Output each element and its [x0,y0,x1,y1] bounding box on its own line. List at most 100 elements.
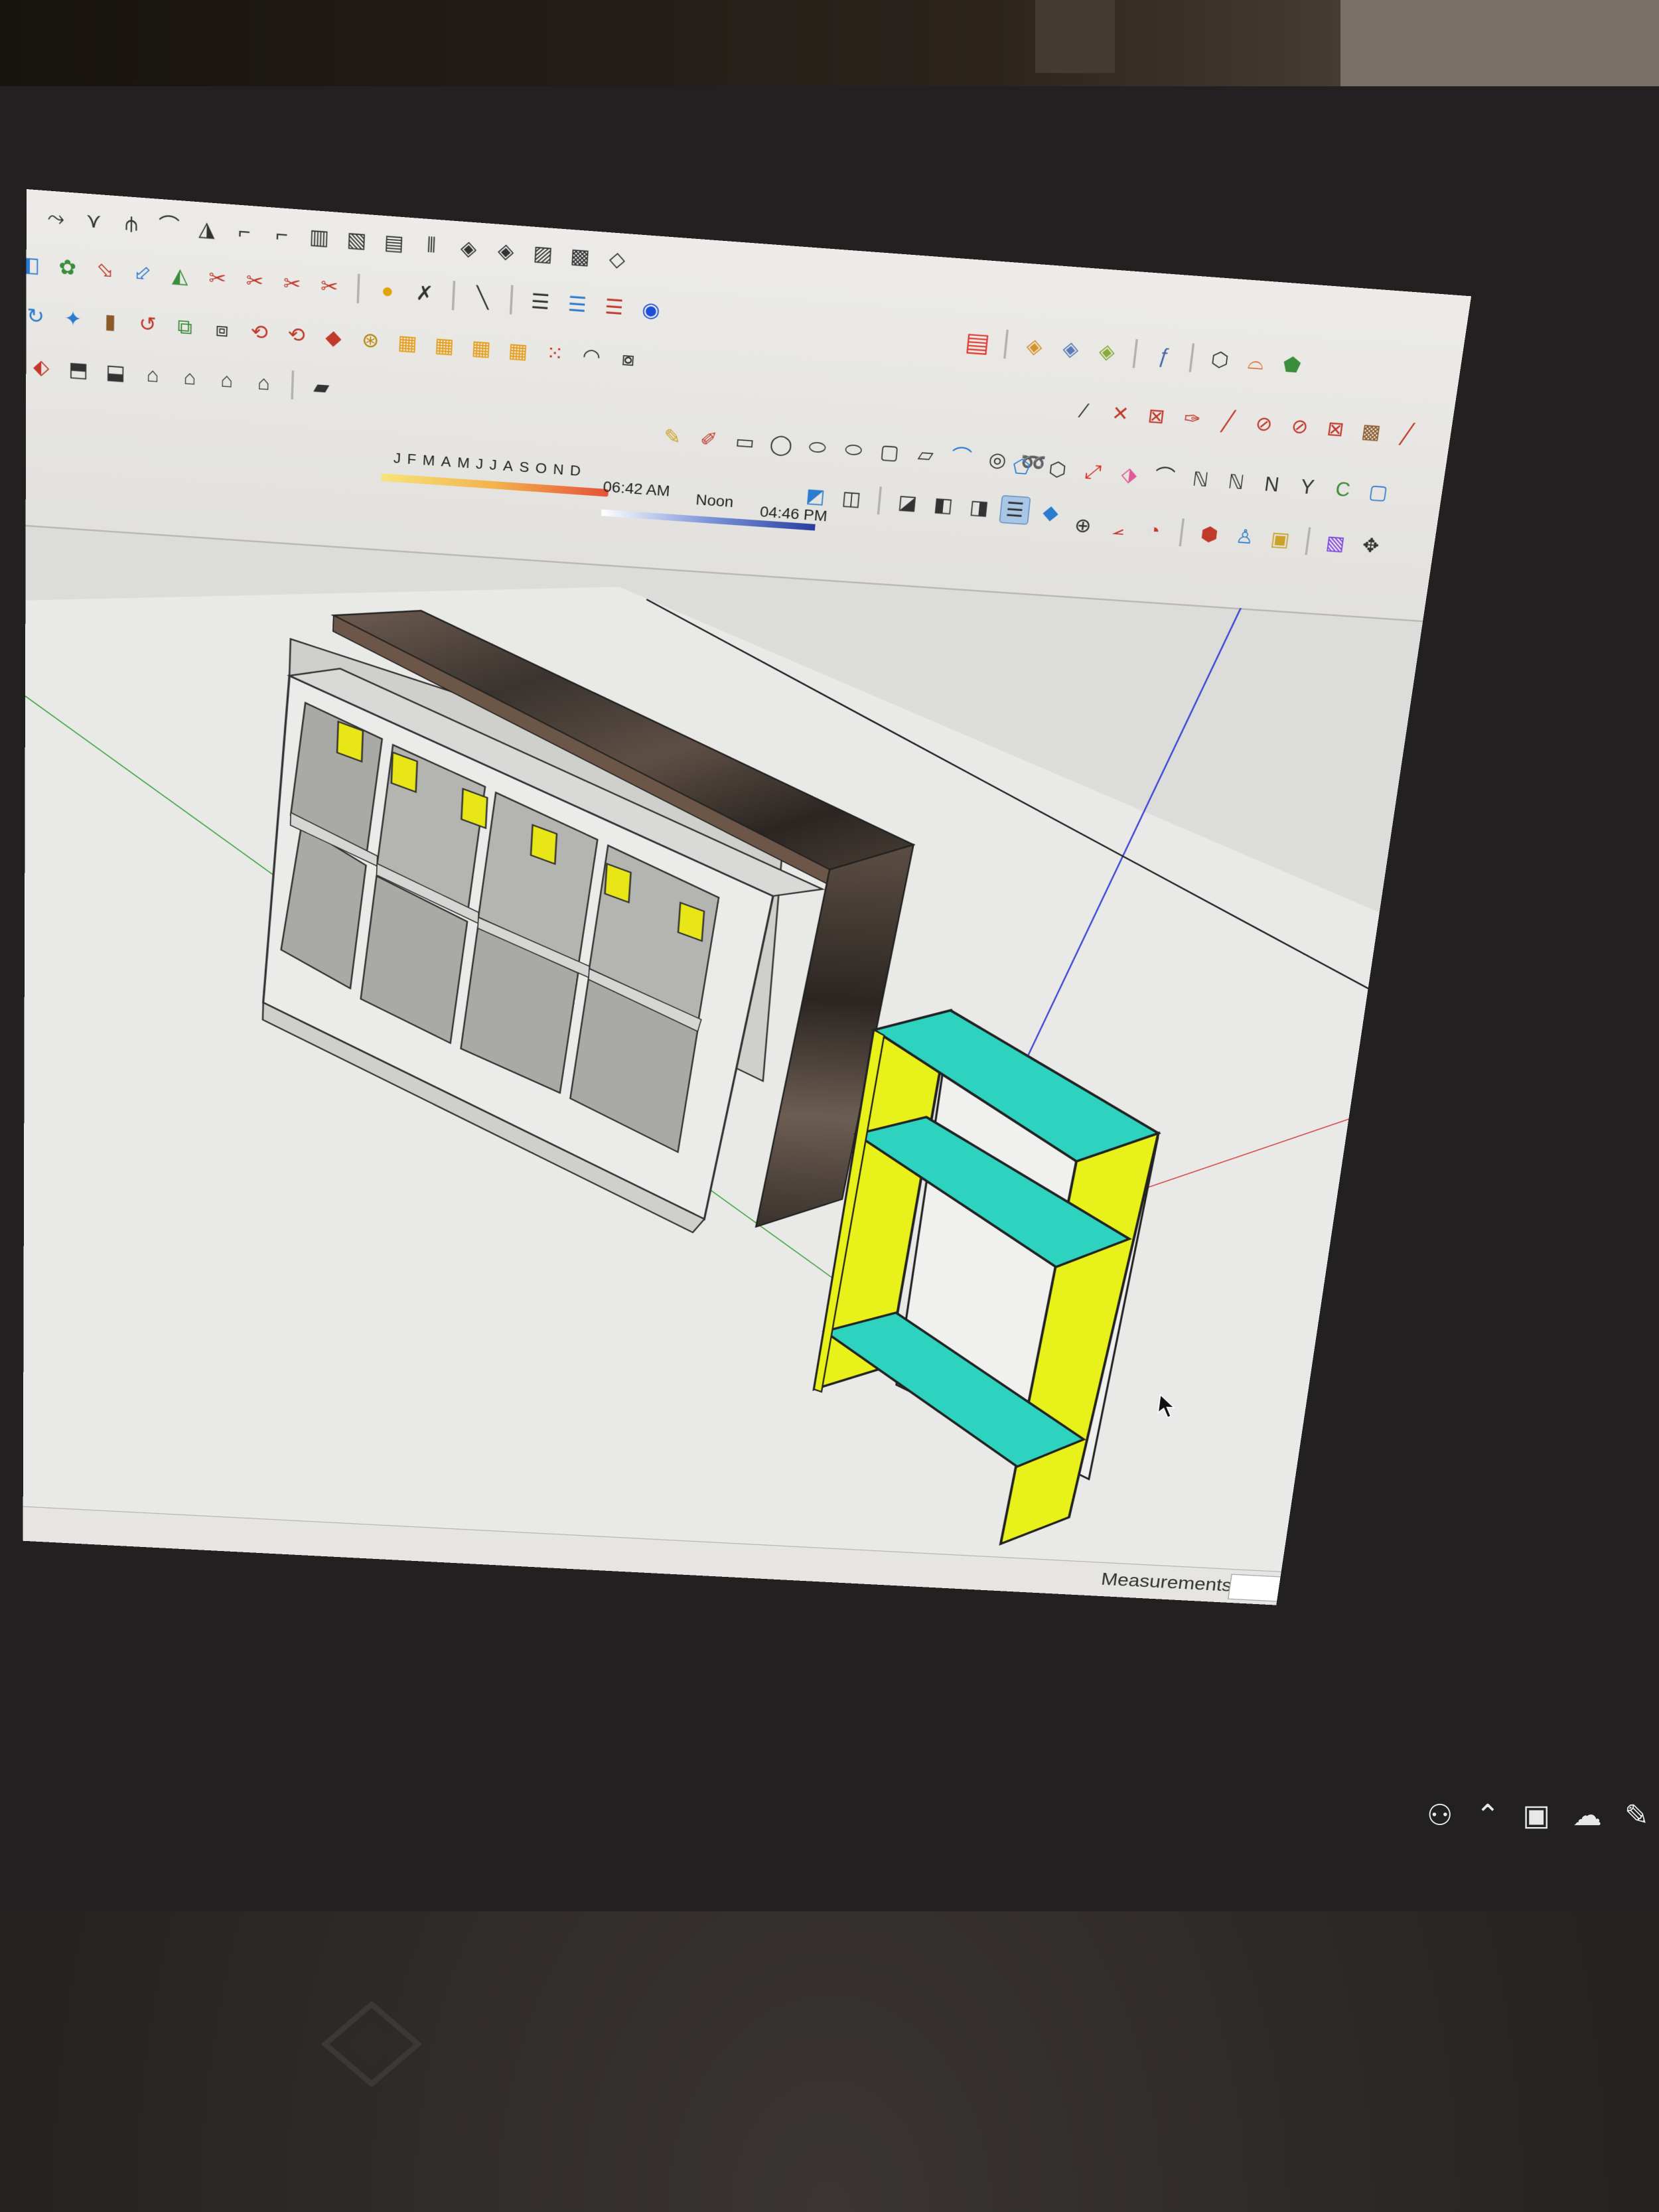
box-icon[interactable]: ◆ [318,322,349,353]
stripe-icon[interactable]: ▨ [527,238,559,269]
eraser-pink-icon[interactable]: ⬗ [1113,459,1145,489]
cones-icon[interactable]: ⌓ [1240,347,1273,378]
gem-icon[interactable]: ◇ [601,244,633,275]
arrows-icon[interactable]: ✥ [1354,531,1387,561]
no-icon[interactable]: ⊘ [1283,411,1316,442]
y-icon[interactable]: Y [1291,472,1324,502]
stripe-icon[interactable]: ▩ [564,241,596,273]
hatch-icon[interactable]: ▧ [341,224,372,256]
arc-blue-icon[interactable]: ⌒ [946,442,977,473]
cube-icon[interactable]: ◧ [23,249,46,281]
stair-icon[interactable]: ⌐ [266,218,297,250]
no-icon[interactable]: ⊘ [1248,409,1280,439]
cube-green-icon[interactable]: ◈ [1090,336,1123,367]
cut-icon[interactable]: ✂ [239,265,270,297]
shield-icon[interactable]: ⬡ [1204,344,1237,376]
fork-icon[interactable]: ⫛ [116,207,147,239]
cube-blue-icon[interactable]: ◈ [1054,333,1087,364]
cut-icon[interactable]: ✂ [314,271,345,303]
pen-icon[interactable]: ╱ [1212,406,1244,437]
box-orange-icon[interactable]: ◈ [1018,331,1050,362]
rect-icon[interactable]: ✎ [656,421,687,452]
parallelogram-icon[interactable]: ▱ [910,439,942,470]
cloud-icon[interactable]: ☁ [1573,1799,1602,1832]
pen-icon[interactable]: ✎ [1624,1799,1649,1832]
house-icon[interactable]: ⌂ [248,368,279,399]
arrow-left-icon[interactable]: ⬃ [127,257,159,289]
app-tray-icon[interactable]: ▣ [1522,1799,1550,1832]
arrow-down-icon[interactable]: ⬂ [90,254,120,286]
style-active-icon[interactable]: ☰ [999,495,1031,525]
triangle-icon[interactable]: ◭ [165,259,196,291]
arc-icon[interactable]: ◠ [576,340,608,372]
zigzag-icon[interactable]: ℕ [1185,465,1217,494]
model-viewport[interactable] [23,525,1423,1572]
wall-icon[interactable]: ▥ [303,221,334,253]
layers-icon[interactable]: ☰ [524,286,556,317]
paint-icon[interactable]: ⬖ [26,352,56,383]
polygon-icon[interactable]: ⬡ [1041,455,1074,485]
star-icon[interactable]: ✦ [58,303,88,334]
rotate-icon[interactable]: ↻ [23,301,51,332]
layers-icon[interactable]: ☰ [599,291,630,323]
style-icon[interactable]: ◧ [928,490,960,520]
compass-icon[interactable]: ⊕ [1067,510,1099,540]
circle-icon[interactable]: ◯ [765,429,797,460]
scatter-icon[interactable]: ⁙ [539,338,570,369]
mesh-icon[interactable]: ⬟ [1275,350,1309,380]
pencil-icon[interactable]: ✐ [693,424,725,455]
eraser-icon[interactable]: ▰ [306,372,337,403]
layers-icon[interactable]: ☰ [561,289,593,320]
grid-icon[interactable]: ▦ [429,330,460,361]
osm-icon[interactable]: ▣ [1264,524,1297,554]
ellipse-icon[interactable]: ⬭ [802,432,833,463]
column-icon[interactable]: ⫴ [415,230,447,261]
undo-icon[interactable]: ↺ [132,309,163,340]
curve-icon[interactable]: ⟲ [281,319,312,350]
push-icon[interactable]: ⬒ [63,354,94,386]
style-icon[interactable]: ◪ [892,487,924,517]
chevron-up-icon[interactable]: ⌃ [1475,1799,1500,1832]
house-icon[interactable]: ⌂ [137,360,168,391]
grid-icon[interactable]: ▦ [466,332,497,364]
loop-icon[interactable]: ⬠ [1005,452,1037,482]
style-icon[interactable]: ◩ [800,481,831,511]
curve-icon[interactable]: ⟲ [244,317,275,348]
cube-3d-icon[interactable]: ⬢ [1193,520,1226,550]
style-icon[interactable]: ◨ [964,492,995,522]
zigzag-icon[interactable]: ℕ [1220,467,1252,497]
pen-red-icon[interactable]: ╱ [1390,419,1423,449]
hatch-icon[interactable]: ▤ [378,227,409,259]
red-arrow-icon[interactable]: ⤢ [1077,457,1110,486]
push-icon[interactable]: ⬓ [100,357,131,388]
grid-icon[interactable]: ▦ [502,335,534,366]
house-icon[interactable]: ⌂ [175,362,205,394]
shell-icon[interactable]: ◈ [490,235,522,267]
trash-icon[interactable]: ▮ [95,306,125,337]
c-curve-icon[interactable]: C [1327,475,1359,504]
pie-icon[interactable]: ◔ [1138,516,1170,546]
grid-icon[interactable]: ▦ [392,327,423,358]
cut-icon[interactable]: ✂ [202,262,233,294]
arch-icon[interactable]: ⌒ [153,210,184,242]
box-x-icon[interactable]: ⊠ [1319,414,1352,445]
tools-icon[interactable]: ✗ [409,277,440,309]
scale-icon[interactable]: ⧈ [206,314,238,345]
style-icon[interactable]: ◫ [835,484,867,514]
people-icon[interactable]: ⚇ [1427,1799,1453,1832]
cut-icon[interactable]: ✂ [277,268,308,300]
protractor-icon[interactable]: ⦟ [1102,513,1134,543]
gear-icon[interactable]: ✿ [52,252,83,283]
rounded-rect-icon[interactable]: ▢ [874,437,906,467]
rect-icon[interactable]: ▭ [729,427,761,457]
palette-icon[interactable]: ▧ [1319,528,1352,558]
components-icon[interactable]: ⧇ [613,343,644,374]
brush-icon[interactable]: ✑ [1176,404,1208,434]
grid-red-icon[interactable]: ▤ [962,327,994,358]
square-icon[interactable]: ▢ [1362,477,1394,507]
roof-icon[interactable]: ◮ [191,213,222,245]
arc-n-icon[interactable]: ⌒ [1149,462,1181,492]
sun-icon[interactable]: ● [372,275,403,307]
cross-icon[interactable]: ✕ [1104,398,1137,429]
puzzle-icon[interactable]: ⧉ [169,311,200,342]
